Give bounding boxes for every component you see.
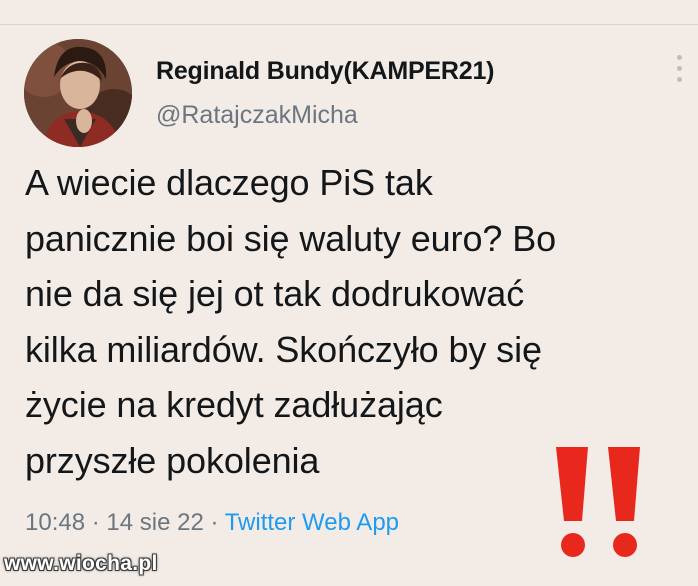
tweet-card: Reginald Bundy(KAMPER21) @RatajczakMicha… — [0, 25, 698, 586]
meta-separator: · — [203, 509, 225, 536]
tweet-date[interactable]: 14 sie 22 — [106, 509, 203, 536]
more-options-icon[interactable] — [672, 55, 686, 99]
avatar[interactable] — [24, 39, 132, 147]
double-exclamation-icon — [556, 447, 640, 557]
tweet-meta: 10:48 · 14 sie 22 · Twitter Web App — [25, 509, 399, 537]
tweet-time[interactable]: 10:48 — [25, 509, 85, 536]
tweet-source[interactable]: Twitter Web App — [225, 509, 399, 536]
author-handle[interactable]: @RatajczakMicha — [156, 101, 358, 130]
meta-separator: · — [85, 509, 107, 536]
avatar-image — [24, 39, 132, 147]
watermark: www.wiocha.pl — [4, 552, 158, 575]
author-name[interactable]: Reginald Bundy(KAMPER21) — [156, 57, 494, 86]
tweet-text: A wiecie dlaczego PiS tak panicznie boi … — [25, 162, 557, 481]
